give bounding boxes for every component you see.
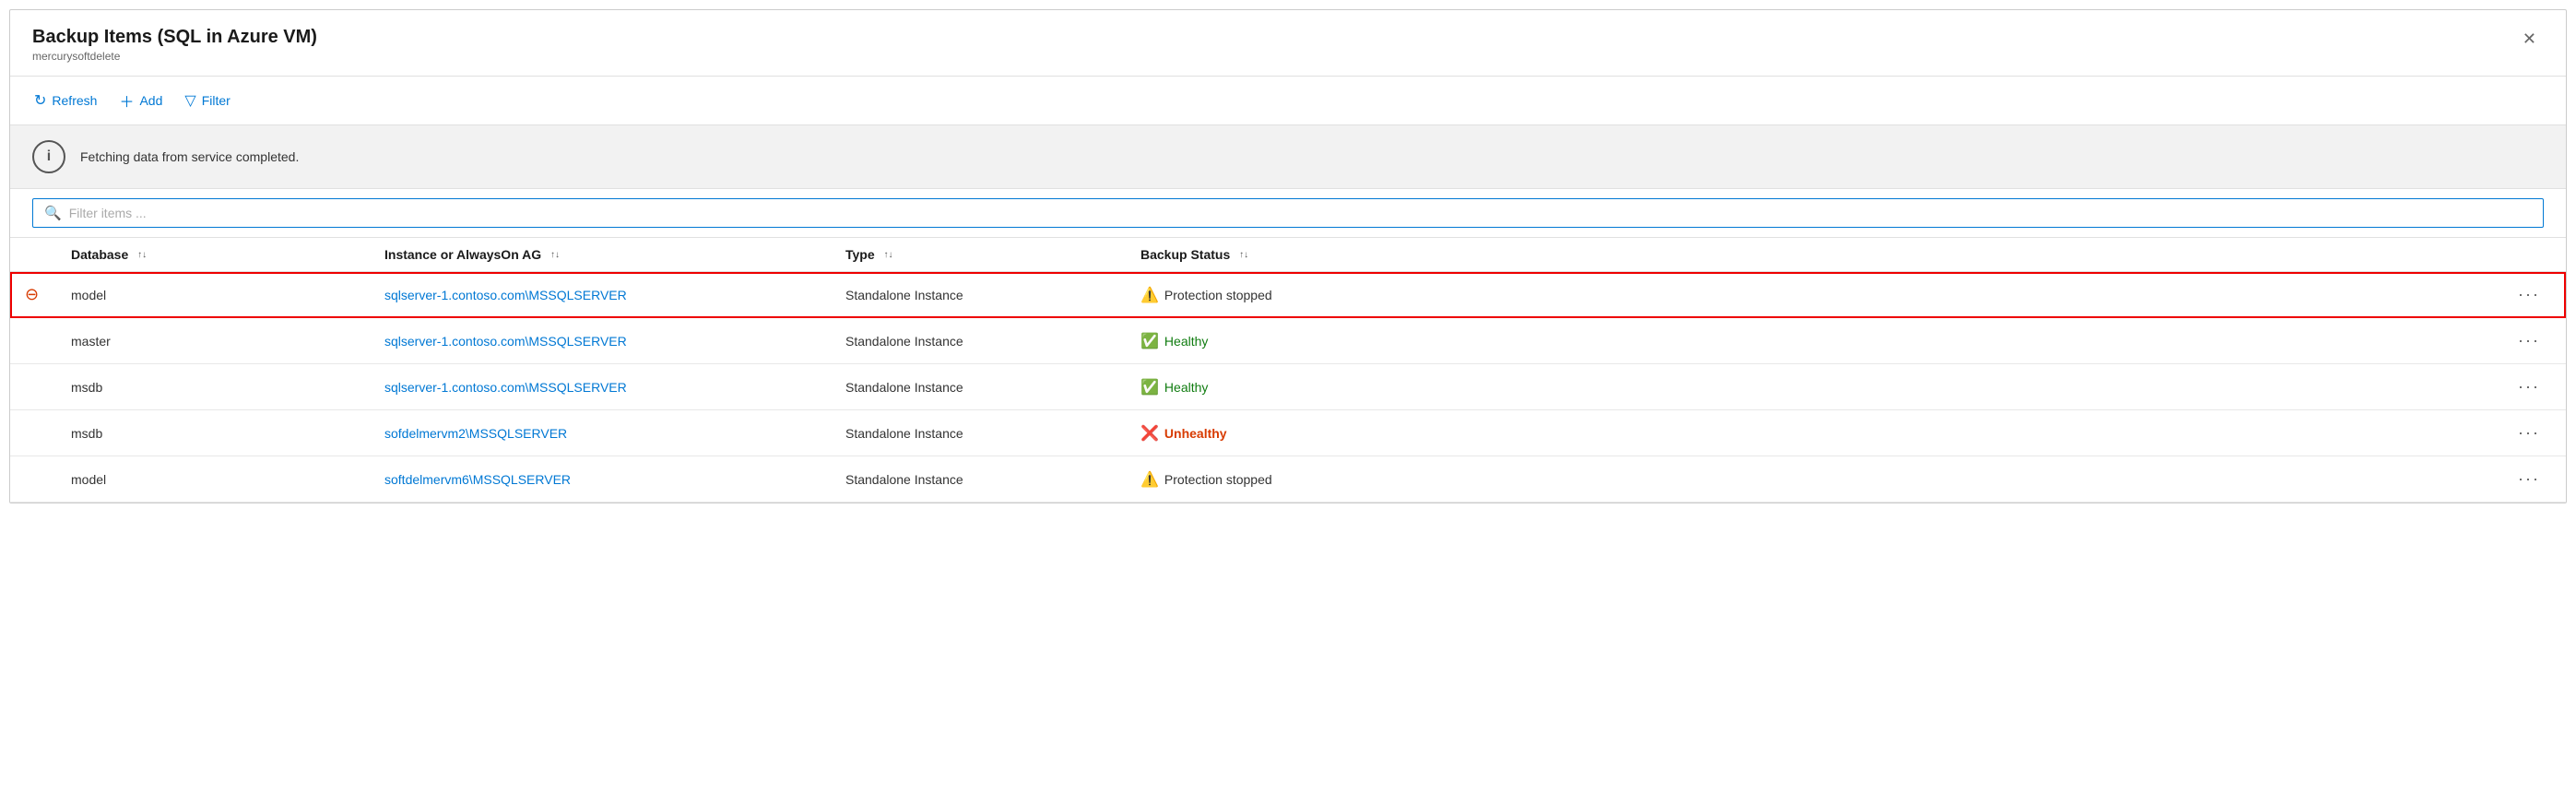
info-icon: i bbox=[32, 140, 65, 173]
col-type: Type ↑↓ bbox=[831, 238, 1126, 272]
col-icon bbox=[10, 238, 56, 272]
row-backup-status: ❌ Unhealthy bbox=[1126, 410, 2492, 456]
row-backup-status: ✅ Healthy bbox=[1126, 318, 2492, 364]
instance-link[interactable]: sqlserver-1.contoso.com\MSSQLSERVER bbox=[384, 288, 627, 302]
row-actions: ··· bbox=[2492, 364, 2566, 410]
row-instance[interactable]: sqlserver-1.contoso.com\MSSQLSERVER bbox=[370, 272, 831, 318]
panel-subtitle: mercurysoftdelete bbox=[32, 50, 317, 63]
more-actions-button[interactable]: ··· bbox=[2511, 329, 2547, 352]
toolbar: ↻ Refresh ＋ Add ▽ Filter bbox=[10, 77, 2566, 125]
row-actions: ··· bbox=[2492, 410, 2566, 456]
row-type: Standalone Instance bbox=[831, 364, 1126, 410]
col-backup-status: Backup Status ↑↓ bbox=[1126, 238, 2492, 272]
panel-title-group: Backup Items (SQL in Azure VM) mercuryso… bbox=[32, 27, 317, 63]
warning-icon: ⚠️ bbox=[1140, 286, 1159, 304]
row-database: model bbox=[56, 272, 370, 318]
healthy-icon: ✅ bbox=[1140, 332, 1159, 350]
add-button[interactable]: ＋ Add bbox=[117, 86, 164, 115]
table-row[interactable]: msdb sofdelmervm2\MSSQLSERVER Standalone I… bbox=[10, 410, 2566, 456]
sort-instance-icon[interactable]: ↑↓ bbox=[550, 251, 560, 260]
row-database: master bbox=[56, 318, 370, 364]
panel-title: Backup Items (SQL in Azure VM) bbox=[32, 27, 317, 48]
info-message: Fetching data from service completed. bbox=[80, 149, 299, 164]
col-instance: Instance or AlwaysOn AG ↑↓ bbox=[370, 238, 831, 272]
search-icon: 🔍 bbox=[44, 205, 62, 221]
info-bar: i Fetching data from service completed. bbox=[10, 125, 2566, 189]
filter-input[interactable] bbox=[69, 206, 2532, 220]
refresh-label: Refresh bbox=[52, 93, 97, 108]
add-label: Add bbox=[139, 93, 162, 108]
refresh-icon: ↻ bbox=[34, 91, 46, 110]
row-database: msdb bbox=[56, 410, 370, 456]
row-icon-cell bbox=[10, 318, 56, 364]
row-icon-cell bbox=[10, 410, 56, 456]
instance-link[interactable]: sqlserver-1.contoso.com\MSSQLSERVER bbox=[384, 334, 627, 349]
row-instance[interactable]: softdelmervm6\MSSQLSERVER bbox=[370, 456, 831, 503]
add-icon: ＋ bbox=[119, 89, 134, 112]
filter-input-wrap: 🔍 bbox=[32, 198, 2544, 228]
panel-header: Backup Items (SQL in Azure VM) mercuryso… bbox=[10, 10, 2566, 77]
row-type: Standalone Instance bbox=[831, 318, 1126, 364]
row-icon-cell: ⊖ bbox=[10, 272, 56, 318]
warning-icon: ⚠️ bbox=[1140, 470, 1159, 489]
row-actions: ··· bbox=[2492, 272, 2566, 318]
row-instance[interactable]: sqlserver-1.contoso.com\MSSQLSERVER bbox=[370, 364, 831, 410]
table-row[interactable]: ⊖ model sqlserver-1.contoso.com\MSSQLSERVE… bbox=[10, 272, 2566, 318]
row-database: msdb bbox=[56, 364, 370, 410]
status-text: Protection stopped bbox=[1164, 472, 1272, 487]
healthy-icon: ✅ bbox=[1140, 378, 1159, 396]
row-icon-cell bbox=[10, 456, 56, 503]
row-backup-status: ⚠️ Protection stopped bbox=[1126, 272, 2492, 318]
status-text: Protection stopped bbox=[1164, 288, 1272, 302]
row-backup-status: ✅ Healthy bbox=[1126, 364, 2492, 410]
close-button[interactable]: ✕ bbox=[2515, 27, 2544, 51]
filter-button[interactable]: ▽ Filter bbox=[183, 88, 231, 113]
refresh-button[interactable]: ↻ Refresh bbox=[32, 88, 99, 113]
table-row[interactable]: model softdelmervm6\MSSQLSERVER Standalone… bbox=[10, 456, 2566, 503]
row-type: Standalone Instance bbox=[831, 272, 1126, 318]
instance-link[interactable]: sofdelmervm2\MSSQLSERVER bbox=[384, 426, 567, 441]
sort-database-icon[interactable]: ↑↓ bbox=[137, 251, 147, 260]
col-actions bbox=[2492, 238, 2566, 272]
status-text: Healthy bbox=[1164, 380, 1208, 395]
row-database: model bbox=[56, 456, 370, 503]
filter-icon: ▽ bbox=[184, 91, 195, 110]
row-backup-status: ⚠️ Protection stopped bbox=[1126, 456, 2492, 503]
table-wrap: Database ↑↓ Instance or AlwaysOn AG ↑↓ T… bbox=[10, 238, 2566, 503]
sort-status-icon[interactable]: ↑↓ bbox=[1239, 251, 1248, 260]
stop-icon: ⊖ bbox=[25, 285, 41, 304]
filter-bar: 🔍 bbox=[10, 189, 2566, 238]
more-actions-button[interactable]: ··· bbox=[2511, 421, 2547, 444]
backup-items-table: Database ↑↓ Instance or AlwaysOn AG ↑↓ T… bbox=[10, 238, 2566, 503]
col-database: Database ↑↓ bbox=[56, 238, 370, 272]
error-icon: ❌ bbox=[1140, 424, 1159, 443]
row-type: Standalone Instance bbox=[831, 410, 1126, 456]
table-header-row: Database ↑↓ Instance or AlwaysOn AG ↑↓ T… bbox=[10, 238, 2566, 272]
instance-link[interactable]: softdelmervm6\MSSQLSERVER bbox=[384, 472, 571, 487]
filter-label: Filter bbox=[202, 93, 230, 108]
row-type: Standalone Instance bbox=[831, 456, 1126, 503]
row-instance[interactable]: sofdelmervm2\MSSQLSERVER bbox=[370, 410, 831, 456]
table-row[interactable]: msdb sqlserver-1.contoso.com\MSSQLSERVER S… bbox=[10, 364, 2566, 410]
table-row[interactable]: master sqlserver-1.contoso.com\MSSQLSERVE… bbox=[10, 318, 2566, 364]
row-instance[interactable]: sqlserver-1.contoso.com\MSSQLSERVER bbox=[370, 318, 831, 364]
more-actions-button[interactable]: ··· bbox=[2511, 468, 2547, 491]
sort-type-icon[interactable]: ↑↓ bbox=[884, 251, 893, 260]
row-actions: ··· bbox=[2492, 456, 2566, 503]
status-text: Healthy bbox=[1164, 334, 1208, 349]
instance-link[interactable]: sqlserver-1.contoso.com\MSSQLSERVER bbox=[384, 380, 627, 395]
row-icon-cell bbox=[10, 364, 56, 410]
row-actions: ··· bbox=[2492, 318, 2566, 364]
more-actions-button[interactable]: ··· bbox=[2511, 375, 2547, 398]
main-panel: Backup Items (SQL in Azure VM) mercuryso… bbox=[9, 9, 2567, 503]
status-text: Unhealthy bbox=[1164, 426, 1227, 441]
more-actions-button[interactable]: ··· bbox=[2511, 283, 2547, 306]
